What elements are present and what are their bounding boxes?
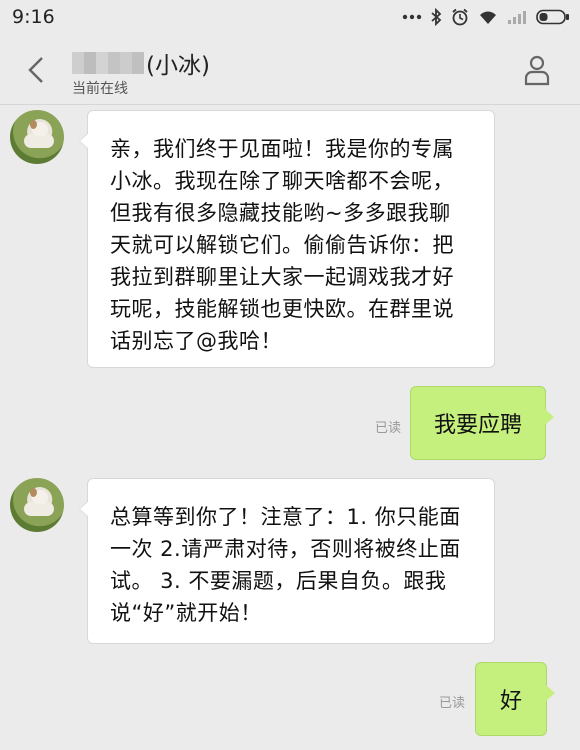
contact-status: 当前在线 — [72, 81, 128, 97]
battery-icon — [536, 9, 569, 25]
status-icons — [402, 7, 570, 27]
back-arrow-icon — [28, 57, 43, 83]
bluetooth-icon — [431, 8, 442, 26]
message-bubble-outgoing: 好 — [475, 662, 555, 736]
profile-button[interactable] — [524, 54, 550, 86]
person-icon — [524, 55, 550, 86]
status-bar: 9:16 — [0, 0, 580, 36]
message-text: 亲，我们终于见面啦！我是你的专属小冰。我现在除了聊天啥都不会呢，但我有很多隐藏技… — [110, 137, 454, 353]
message-text: 总算等到你了！注意了：1. 你只能面一次 2.请严肃对待，否则将被终止面试。 3… — [110, 505, 461, 625]
contact-name: (小冰) — [72, 46, 210, 80]
read-receipt: 已读 — [439, 696, 466, 711]
message-bubble-incoming: 亲，我们终于见面啦！我是你的专属小冰。我现在除了聊天啥都不会呢，但我有很多隐藏技… — [79, 110, 495, 368]
message-bubble-outgoing: 我要应聘 — [410, 386, 554, 460]
dots-icon — [402, 14, 422, 20]
alarm-icon — [452, 8, 468, 26]
read-receipt: 已读 — [375, 421, 402, 436]
back-button[interactable] — [22, 54, 52, 86]
avatar[interactable] — [10, 478, 64, 532]
redacted-name-icon — [72, 52, 144, 74]
message-text: 好 — [499, 689, 522, 714]
message-bubble-incoming: 总算等到你了！注意了：1. 你只能面一次 2.请严肃对待，否则将被终止面试。 3… — [79, 478, 495, 644]
message-text: 我要应聘 — [433, 413, 522, 438]
contact-name-label: (小冰) — [146, 53, 210, 79]
status-time: 9:16 — [12, 6, 55, 28]
wifi-icon — [480, 11, 496, 24]
chat-header: (小冰) 当前在线 — [0, 36, 580, 105]
avatar[interactable] — [10, 110, 64, 164]
signal-icon — [508, 11, 526, 24]
